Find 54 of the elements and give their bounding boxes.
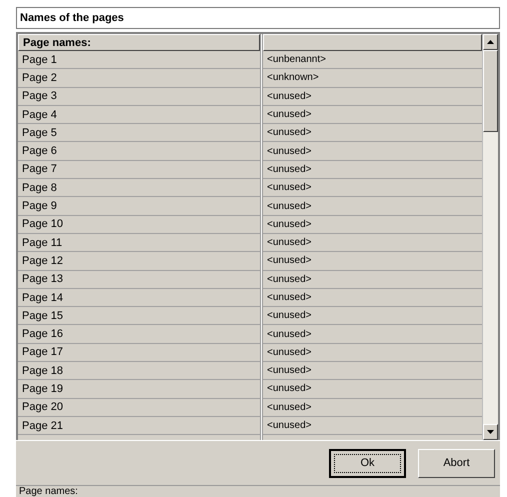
- table-cell[interactable]: <unused>: [263, 270, 482, 289]
- table-cell[interactable]: Page 17: [18, 344, 260, 362]
- scroll-thumb[interactable]: [483, 50, 498, 132]
- table-cell[interactable]: <unused>: [263, 106, 482, 124]
- table-cell[interactable]: Page 7: [18, 160, 260, 180]
- table-cell[interactable]: <unused>: [263, 234, 482, 252]
- table-cell[interactable]: <unused>: [263, 288, 482, 308]
- table-cell[interactable]: Page 12: [18, 252, 260, 271]
- table-cell[interactable]: <unused>: [263, 197, 482, 216]
- table-cell[interactable]: <unused>: [263, 252, 482, 271]
- table-cell[interactable]: <unused>: [263, 216, 482, 234]
- table-cell[interactable]: <unused>: [263, 398, 482, 417]
- table-cell[interactable]: Page 5: [18, 124, 260, 142]
- table-cell[interactable]: Page 18: [18, 362, 260, 380]
- column-header[interactable]: Page names:: [18, 34, 260, 51]
- table-cell[interactable]: <unbenannt>: [263, 51, 482, 70]
- table-cell[interactable]: Page 13: [18, 270, 260, 289]
- table-cell[interactable]: Page 16: [18, 325, 260, 344]
- table-cell[interactable]: Page 3: [18, 88, 260, 106]
- table-cell[interactable]: <unused>: [263, 362, 482, 380]
- abort-button[interactable]: Abort: [418, 448, 495, 478]
- table-cell[interactable]: Page 4: [18, 106, 260, 124]
- table-cell[interactable]: Page 8: [18, 179, 260, 198]
- table-cell[interactable]: <unused>: [263, 160, 482, 180]
- ok-button[interactable]: Ok: [329, 448, 406, 478]
- vertical-scrollbar[interactable]: [482, 34, 498, 440]
- table-cell[interactable]: Page 9: [18, 197, 260, 216]
- table-cell[interactable]: <unused>: [263, 380, 482, 399]
- table-cell[interactable]: Page 14: [18, 288, 260, 308]
- table-cell[interactable]: Page 19: [18, 380, 260, 399]
- table-cell[interactable]: Page 21: [18, 416, 260, 436]
- table-cell[interactable]: Page 6: [18, 142, 260, 161]
- table-cell[interactable]: <unused>: [263, 344, 482, 362]
- status-bar: Page names:: [16, 485, 500, 497]
- scroll-up-icon: [487, 40, 494, 44]
- table-cell[interactable]: Page 1: [18, 51, 260, 70]
- table-cell[interactable]: <unused>: [263, 307, 482, 326]
- table-cell[interactable]: <unused>: [263, 179, 482, 198]
- table-cell[interactable]: Page 2: [18, 69, 260, 88]
- table-cell[interactable]: <unused>: [263, 416, 482, 436]
- title-field[interactable]: Names of the pages: [16, 7, 500, 29]
- table-cell[interactable]: <unused>: [263, 124, 482, 142]
- table-cell[interactable]: Page 20: [18, 398, 260, 417]
- scroll-down-icon: [487, 430, 494, 434]
- table-cell[interactable]: <unknown>: [263, 69, 482, 88]
- column-header[interactable]: [263, 34, 482, 51]
- table-cell[interactable]: Page 11: [18, 234, 260, 252]
- scroll-down-button[interactable]: [483, 424, 498, 440]
- table-cell[interactable]: <unused>: [263, 325, 482, 344]
- scroll-up-button[interactable]: [483, 34, 498, 50]
- table-cell[interactable]: Page 10: [18, 216, 260, 234]
- table-cell[interactable]: Page 15: [18, 307, 260, 326]
- table-cell[interactable]: <unused>: [263, 88, 482, 106]
- table-cell[interactable]: <unused>: [263, 142, 482, 161]
